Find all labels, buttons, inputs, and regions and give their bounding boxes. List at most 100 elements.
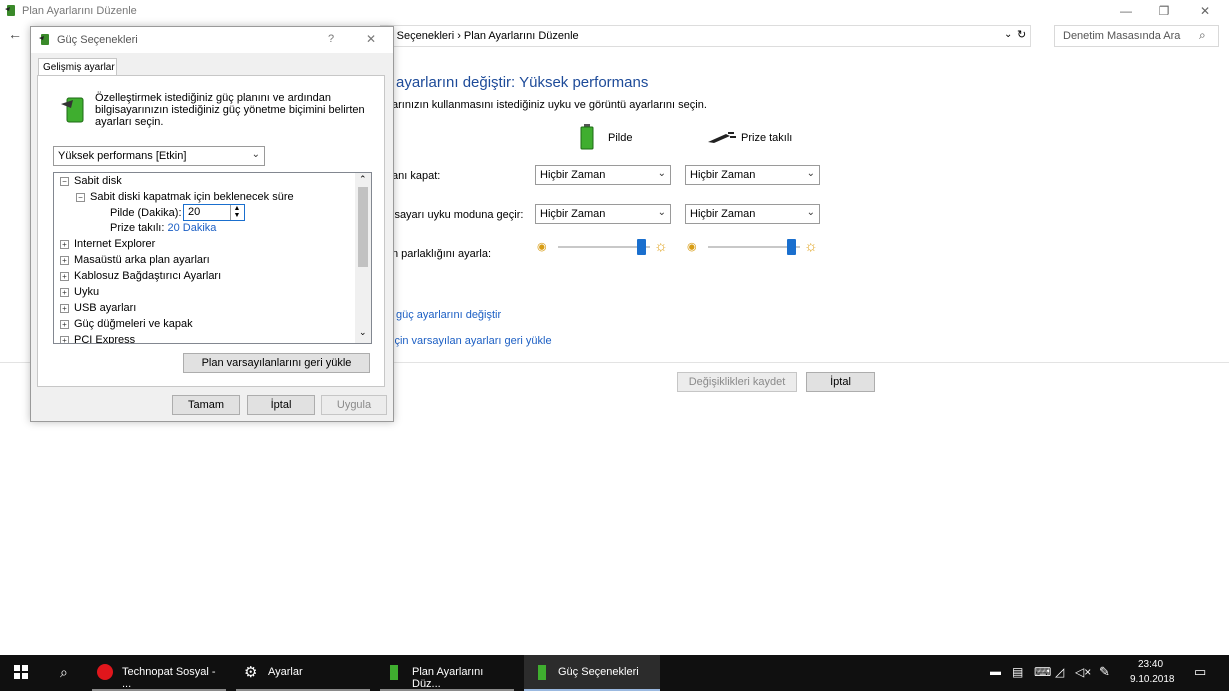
page-subtitle: arınızın kullanmasını istediğiniz uyku v… <box>392 99 707 111</box>
expand-icon[interactable]: + <box>60 287 69 297</box>
gear-icon: ⚙ <box>244 664 258 681</box>
expand-icon[interactable]: + <box>60 255 69 265</box>
save-changes-button[interactable]: Değişiklikleri kaydet <box>677 372 797 392</box>
collapse-icon[interactable]: − <box>60 176 69 186</box>
minimize-button[interactable]: — <box>1111 2 1141 20</box>
brightness-battery-slider[interactable] <box>558 239 650 255</box>
plug-icon <box>706 130 736 147</box>
scroll-up-icon[interactable]: ⌃ <box>359 174 367 185</box>
slider-thumb[interactable] <box>637 239 646 255</box>
plan-select[interactable]: Yüksek performans [Etkin] ⌄ <box>53 146 265 166</box>
expand-icon[interactable]: + <box>60 335 69 343</box>
brightness-label: n parlaklığını ayarla: <box>392 248 492 260</box>
search-box[interactable]: Denetim Masasında Ara ⌕ <box>1054 25 1219 47</box>
brightness-plugged-slider[interactable] <box>708 239 800 255</box>
scroll-down-icon[interactable]: ⌄ <box>359 327 367 338</box>
expand-icon[interactable]: + <box>60 271 69 281</box>
brightness-high-icon: ☼ <box>654 238 668 255</box>
search-icon[interactable]: ⌕ <box>60 664 68 681</box>
apply-button[interactable]: Uygula <box>321 395 387 415</box>
search-icon[interactable]: ⌕ <box>1199 28 1206 43</box>
dialog-titlebar: Güç Seçenekleri ? ✕ <box>31 27 393 53</box>
close-button[interactable]: ✕ <box>1190 2 1220 20</box>
restore-button[interactable]: ❐ <box>1149 2 1179 20</box>
expand-icon[interactable]: + <box>60 239 69 249</box>
cancel-button[interactable]: İptal <box>806 372 875 392</box>
chevron-down-icon: ⌄ <box>251 149 260 160</box>
tree-item[interactable]: + USB ayarları <box>60 302 136 314</box>
expand-icon[interactable]: + <box>60 319 69 329</box>
expand-icon[interactable]: + <box>60 303 69 313</box>
tree-item[interactable]: + PCI Express <box>60 334 135 343</box>
display-off-plugged-select[interactable]: Hiçbir Zaman ⌄ <box>685 165 820 185</box>
restore-plan-defaults-button[interactable]: Plan varsayılanlarını geri yükle <box>183 353 370 373</box>
settings-tree[interactable]: − Sabit disk − Sabit diski kapatmak için b… <box>53 172 372 344</box>
address-bar[interactable]: üç Seçenekleri › Plan Ayarlarını Düzenle… <box>380 25 1031 47</box>
tree-item[interactable]: + Güç düğmeleri ve kapak <box>60 318 193 330</box>
search-placeholder: Denetim Masasında Ara <box>1063 30 1181 42</box>
spin-arrows-icon[interactable]: ▲ ▼ <box>230 205 243 220</box>
column-battery-label: Pilde <box>608 132 633 144</box>
volume-tray-icon[interactable]: ◁× <box>1075 665 1091 679</box>
tree-scrollbar[interactable]: ⌃ ⌄ <box>355 173 371 343</box>
page-heading: ayarlarını değiştir: Yüksek performans <box>396 74 649 91</box>
network-tray-icon[interactable]: ◿ <box>1055 665 1064 679</box>
power-app-icon <box>390 665 398 680</box>
slider-thumb[interactable] <box>787 239 796 255</box>
tree-item[interactable]: + Kablosuz Bağdaştırıcı Ayarları <box>60 270 221 282</box>
display-tray-icon[interactable]: ▤ <box>1012 665 1023 679</box>
dialog-title: Güç Seçenekleri <box>57 34 138 46</box>
dropdown-chevron-icon[interactable]: ⌄ <box>1004 29 1012 40</box>
tree-item[interactable]: + Uyku <box>60 286 99 298</box>
tree-item[interactable]: + Masaüstü arka plan ayarları <box>60 254 210 266</box>
display-off-label: anı kapat: <box>392 170 441 182</box>
chevron-down-icon: ⌄ <box>806 168 815 179</box>
dialog-cancel-button[interactable]: İptal <box>247 395 315 415</box>
scrollbar-thumb[interactable] <box>358 187 368 267</box>
pen-tray-icon[interactable]: ✎ <box>1099 664 1110 680</box>
chevron-down-icon: ⌄ <box>657 207 666 218</box>
help-button[interactable]: ? <box>328 33 334 45</box>
brightness-high-icon: ☼ <box>804 238 818 255</box>
clock-date[interactable]: 9.10.2018 <box>1130 674 1175 685</box>
refresh-icon[interactable]: ↻ <box>1017 28 1026 41</box>
power-app-icon <box>538 665 546 680</box>
advanced-settings-link[interactable]: güç ayarlarını değiştir <box>396 309 501 321</box>
collapse-icon[interactable]: − <box>76 192 85 202</box>
taskbar-item-settings[interactable]: ⚙ Ayarlar <box>236 655 370 691</box>
battery-minutes-stepper[interactable]: 20 ▲ ▼ <box>183 204 245 221</box>
column-plugged-label: Prize takılı <box>741 132 793 144</box>
brightness-low-icon: ◉ <box>687 241 697 253</box>
window-titlebar: Plan Ayarlarını Düzenle — ❐ ✕ <box>0 0 1229 22</box>
sleep-label: isayarı uyku moduna geçir: <box>392 209 524 221</box>
clock-time[interactable]: 23:40 <box>1138 659 1163 670</box>
battery-icon <box>580 124 594 153</box>
chevron-down-icon: ⌄ <box>806 207 815 218</box>
windows-start-icon[interactable] <box>14 665 28 682</box>
power-options-dialog: Güç Seçenekleri ? ✕ Gelişmiş ayarlar Öze… <box>30 26 394 422</box>
dialog-close-button[interactable]: ✕ <box>366 32 376 46</box>
notification-icon[interactable]: ▭ <box>1194 664 1206 680</box>
taskbar-item-opera[interactable]: Technopat Sosyal - ... <box>92 655 226 691</box>
taskbar: ⌕ Technopat Sosyal - ... ⚙ Ayarlar Plan … <box>0 655 1229 691</box>
taskbar-item-plan-settings[interactable]: Plan Ayarlarını Düz... <box>380 655 514 691</box>
display-off-battery-select[interactable]: Hiçbir Zaman ⌄ <box>535 165 671 185</box>
battery-tray-icon[interactable]: ▬ <box>990 666 1001 678</box>
language-tray-icon[interactable]: ⌨ <box>1034 665 1051 679</box>
ok-button[interactable]: Tamam <box>172 395 240 415</box>
sleep-battery-select[interactable]: Hiçbir Zaman ⌄ <box>535 204 671 224</box>
dialog-description: Özelleştirmek istediğiniz güç planını ve… <box>95 92 365 128</box>
tree-item-hard-disk[interactable]: − Sabit disk <box>60 175 122 187</box>
tree-item-battery: Pilde (Dakika): <box>110 207 182 219</box>
restore-defaults-link[interactable]: için varsayılan ayarları geri yükle <box>392 335 552 347</box>
taskbar-item-power-options[interactable]: Güç Seçenekleri <box>524 655 660 691</box>
tree-item-turn-off-after[interactable]: − Sabit diski kapatmak için beklenecek sü… <box>76 191 294 203</box>
breadcrumb[interactable]: üç Seçenekleri › Plan Ayarlarını Düzenle <box>382 30 579 42</box>
window-title: Plan Ayarlarını Düzenle <box>22 5 137 17</box>
opera-icon <box>97 664 113 680</box>
back-arrow-icon[interactable]: ← <box>8 26 22 42</box>
sleep-plugged-select[interactable]: Hiçbir Zaman ⌄ <box>685 204 820 224</box>
power-plan-icon <box>61 94 87 127</box>
power-app-icon <box>38 32 52 49</box>
tree-item[interactable]: + Internet Explorer <box>60 238 155 250</box>
